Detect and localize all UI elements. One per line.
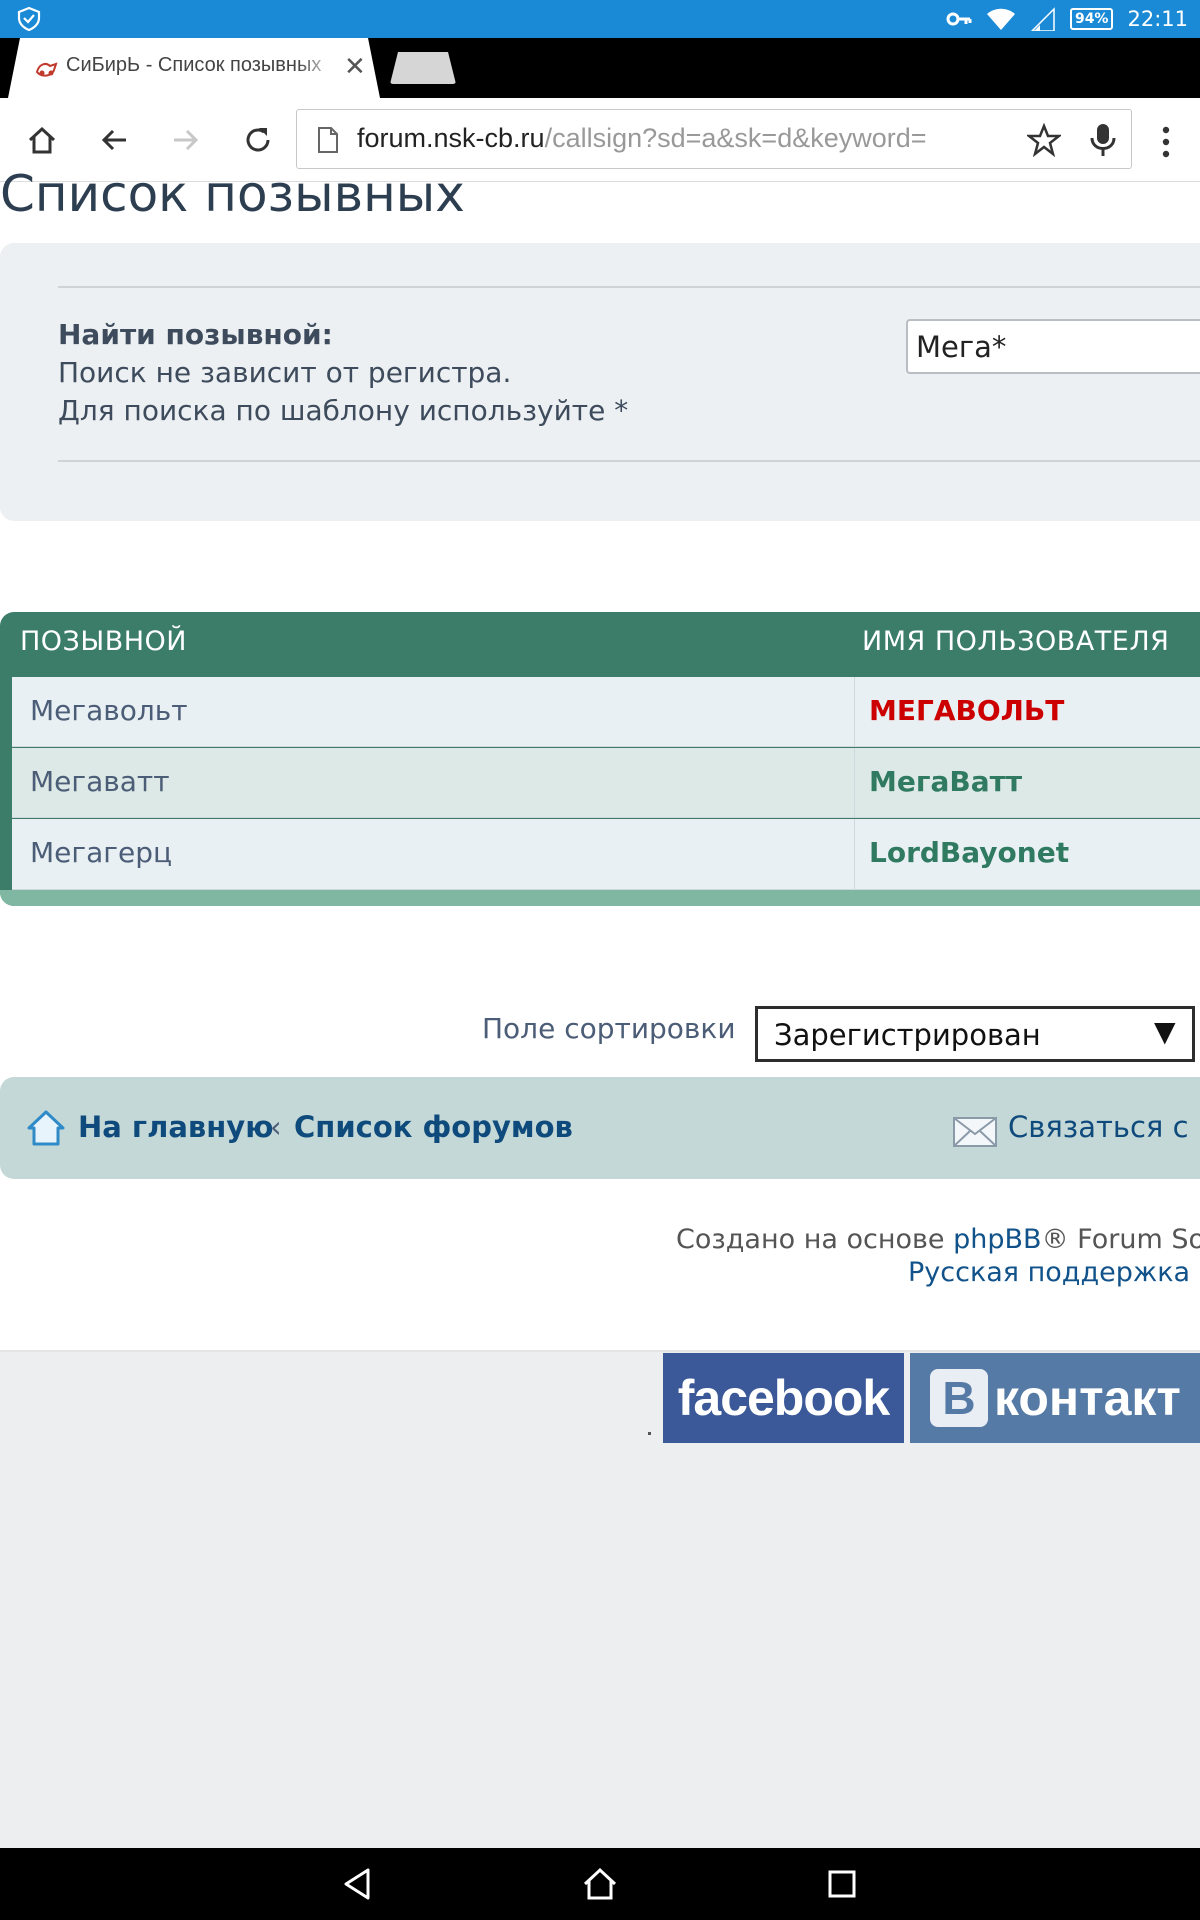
callsign-cell: Мегагерц: [30, 836, 173, 869]
divider: [58, 460, 1200, 462]
status-bar: 94% 22:11: [0, 0, 1200, 38]
decorative-dot: [648, 1432, 651, 1435]
nav-forums-link[interactable]: Список форумов: [294, 1110, 573, 1144]
favicon-icon: [35, 62, 58, 77]
breadcrumb-separator: ‹: [270, 1110, 282, 1144]
home-circle-icon[interactable]: [580, 1864, 620, 1904]
username-link[interactable]: МЕГАВОЛЬТ: [869, 694, 1064, 727]
russian-support-link[interactable]: Русская поддержка р: [908, 1257, 1200, 1288]
home-icon: [28, 126, 56, 154]
table-footer: [0, 890, 1200, 906]
browser-tab[interactable]: СиБирЬ - Список позывных ✕: [8, 38, 380, 98]
url-host: forum.nsk-cb.ru: [357, 123, 545, 153]
vk-text: контакт: [994, 1370, 1181, 1426]
tab-strip: СиБирЬ - Список позывных ✕: [0, 38, 1200, 98]
reload-icon: [246, 128, 270, 152]
tab-title: СиБирЬ - Список позывных: [66, 54, 338, 77]
recents-square-icon[interactable]: [822, 1864, 862, 1904]
credits-suffix: ® Forum Sof: [1041, 1224, 1200, 1255]
forward-button[interactable]: [164, 118, 208, 162]
url-path: /callsign?sd=a&sk=d&keyword=: [544, 123, 927, 153]
vkontakte-banner[interactable]: Вконтакт: [910, 1353, 1200, 1443]
url-text: forum.nsk-cb.ru/callsign?sd=a&sk=d&keywo…: [357, 123, 927, 154]
search-wildcard-help: Для поиска по шаблону используйте *: [58, 394, 629, 427]
table-row: Мегавольт МЕГАВОЛЬТ: [12, 677, 1200, 747]
reload-button[interactable]: [236, 118, 280, 162]
cell-divider: [854, 748, 855, 817]
back-button[interactable]: [92, 118, 136, 162]
credits-prefix: Создано на основе: [676, 1224, 954, 1255]
column-header-username[interactable]: ИМЯ ПОЛЬЗОВАТЕЛЯ: [862, 626, 1169, 657]
table-row: Мегаватт МегаВатт: [12, 748, 1200, 818]
callsign-search-input[interactable]: [906, 319, 1200, 374]
divider: [58, 286, 1200, 288]
dropdown-arrow-icon: ▼: [1154, 1015, 1176, 1048]
username-link[interactable]: LordBayonet: [869, 836, 1069, 869]
table-row: Мегагерц LordBayonet: [12, 819, 1200, 890]
address-bar[interactable]: forum.nsk-cb.ru/callsign?sd=a&sk=d&keywo…: [296, 109, 1132, 169]
back-triangle-icon[interactable]: [338, 1864, 378, 1904]
sort-selected-value: Зарегистрирован: [774, 1018, 1041, 1052]
shield-icon: [17, 6, 41, 32]
home-button[interactable]: [20, 118, 64, 162]
page-icon: [318, 127, 338, 153]
microphone-icon[interactable]: [1089, 122, 1117, 158]
cell-divider: [854, 819, 855, 889]
search-help-text: Поиск не зависит от регистра.: [58, 356, 512, 389]
new-tab-button[interactable]: [390, 52, 456, 84]
sort-select[interactable]: Зарегистрирован ▼: [755, 1006, 1195, 1062]
phpbb-link[interactable]: phpBB: [953, 1224, 1041, 1255]
mail-icon[interactable]: [952, 1114, 998, 1148]
key-icon: [946, 12, 972, 26]
system-nav-bar: [0, 1848, 1200, 1920]
page-title: Список позывных: [0, 165, 465, 223]
close-icon[interactable]: ✕: [344, 52, 366, 82]
contact-link[interactable]: Связаться с: [1008, 1110, 1189, 1144]
vk-logo-icon: В: [930, 1369, 988, 1427]
search-label: Найти позывной:: [58, 318, 333, 351]
sort-label: Поле сортировки: [482, 1012, 736, 1045]
back-arrow-icon: [101, 129, 126, 151]
callsign-cell: Мегаватт: [30, 765, 170, 798]
star-icon[interactable]: [1027, 123, 1061, 157]
credits-line: Создано на основе phpBB® Forum Sof: [676, 1224, 1200, 1255]
username-link[interactable]: МегаВатт: [869, 765, 1022, 798]
callsign-cell: Мегавольт: [30, 694, 188, 727]
nav-home-link[interactable]: На главную: [78, 1110, 273, 1144]
signal-icon: [1030, 7, 1055, 31]
battery-icon: 94%: [1069, 8, 1114, 30]
wifi-icon: [986, 8, 1015, 30]
column-header-callsign[interactable]: ПОЗЫВНОЙ: [20, 626, 187, 657]
home-icon[interactable]: [26, 1108, 66, 1148]
menu-dots-icon[interactable]: [1156, 122, 1176, 162]
clock: 22:11: [1127, 7, 1188, 31]
facebook-banner[interactable]: facebook: [663, 1353, 904, 1443]
forward-arrow-icon: [174, 129, 199, 151]
cell-divider: [854, 677, 855, 746]
